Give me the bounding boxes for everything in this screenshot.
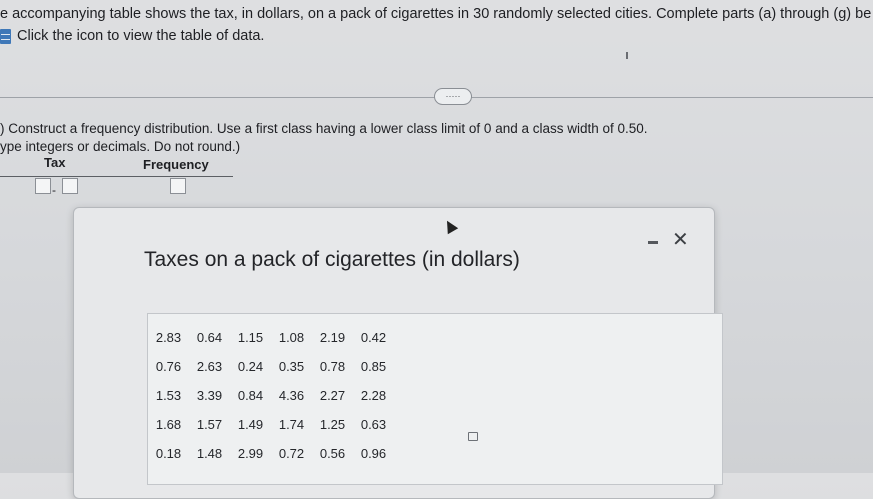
table-cell: 1.53 xyxy=(155,388,182,403)
table-cell: 3.39 xyxy=(196,388,223,403)
table-cell: 0.78 xyxy=(319,359,346,374)
part-a-instruction: ) Construct a frequency distribution. Us… xyxy=(0,121,648,136)
table-cell: 2.28 xyxy=(360,388,387,403)
table-cell: 1.08 xyxy=(278,330,305,345)
table-cell: 2.27 xyxy=(319,388,346,403)
table-cell: 0.85 xyxy=(360,359,387,374)
table-cell: 0.63 xyxy=(360,417,387,432)
table-cell: 2.99 xyxy=(237,446,264,461)
tax-lower-input[interactable] xyxy=(35,178,51,194)
table-cell: 0.96 xyxy=(360,446,387,461)
minimize-icon[interactable] xyxy=(648,241,658,244)
table-cell: 2.63 xyxy=(196,359,223,374)
table-cell: 1.74 xyxy=(278,417,305,432)
frequency-column-header: Frequency xyxy=(143,157,209,172)
table-cell: 1.25 xyxy=(319,417,346,432)
table-cell: 1.15 xyxy=(237,330,264,345)
close-icon[interactable]: ✕ xyxy=(672,230,689,250)
table-cell: 0.76 xyxy=(155,359,182,374)
frequency-input[interactable] xyxy=(170,178,186,194)
part-a-note: ype integers or decimals. Do not round.) xyxy=(0,139,241,154)
copy-icon[interactable] xyxy=(468,432,478,441)
range-dash: - xyxy=(52,183,56,197)
table-cell: 0.24 xyxy=(237,359,264,374)
tax-column-header: Tax xyxy=(44,155,66,170)
table-cell: 2.19 xyxy=(319,330,346,345)
divider-mark xyxy=(626,52,628,59)
table-cell: 4.36 xyxy=(278,388,305,403)
table-row: 2.83 0.64 1.15 1.08 2.19 0.42 xyxy=(148,330,394,345)
table-cell: 0.72 xyxy=(278,446,305,461)
table-row: 1.68 1.57 1.49 1.74 1.25 0.63 xyxy=(148,417,394,432)
problem-intro: e accompanying table shows the tax, in d… xyxy=(0,6,872,22)
table-cell: 1.48 xyxy=(196,446,223,461)
table-cell: 1.68 xyxy=(155,417,182,432)
table-cell: 0.64 xyxy=(196,330,223,345)
table-cell: 1.49 xyxy=(237,417,264,432)
table-icon[interactable] xyxy=(0,28,11,44)
table-cell: 0.18 xyxy=(155,446,182,461)
popup-title: Taxes on a pack of cigarettes (in dollar… xyxy=(144,248,520,271)
table-cell: 0.42 xyxy=(360,330,387,345)
table-cell: 0.35 xyxy=(278,359,305,374)
table-row: 0.18 1.48 2.99 0.72 0.56 0.96 xyxy=(148,446,394,461)
data-table-popup: Taxes on a pack of cigarettes (in dollar… xyxy=(73,207,723,499)
table-row: 0.76 2.63 0.24 0.35 0.78 0.85 xyxy=(148,359,394,374)
tax-upper-input[interactable] xyxy=(62,178,78,194)
table-row: 1.53 3.39 0.84 4.36 2.27 2.28 xyxy=(148,388,394,403)
header-divider xyxy=(0,176,233,177)
table-cell: 0.84 xyxy=(237,388,264,403)
tax-data-table: 2.83 0.64 1.15 1.08 2.19 0.42 0.76 2.63 … xyxy=(147,313,723,485)
view-table-link[interactable]: Click the icon to view the table of data… xyxy=(0,28,264,44)
table-cell: 2.83 xyxy=(155,330,182,345)
table-cell: 1.57 xyxy=(196,417,223,432)
table-cell: 0.56 xyxy=(319,446,346,461)
expand-button[interactable]: ····· xyxy=(434,88,472,105)
view-table-label[interactable]: Click the icon to view the table of data… xyxy=(17,28,264,44)
